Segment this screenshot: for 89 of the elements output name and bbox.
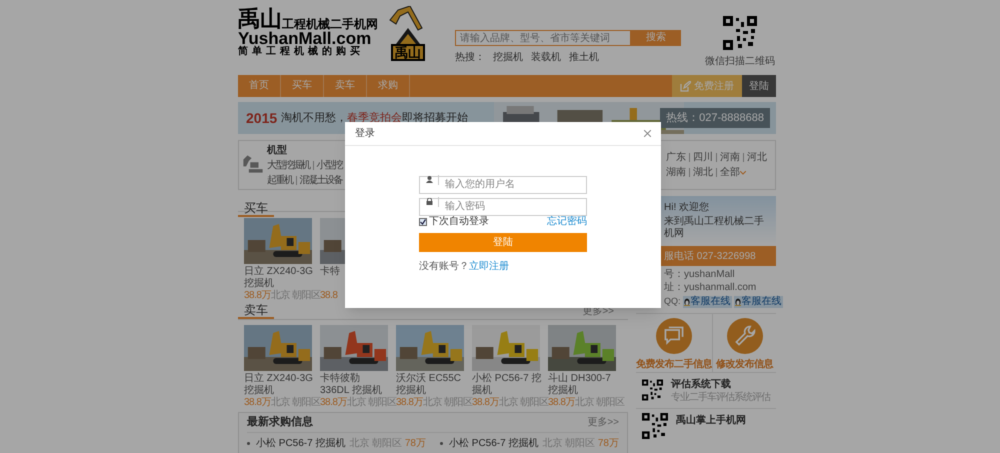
- more-link[interactable]: 更多>>: [587, 415, 619, 430]
- dialog-title: 登录: [355, 127, 375, 141]
- qr-caption: 微信扫描二维码: [705, 54, 775, 69]
- contact-text: 址：yushanmall.com: [664, 281, 758, 294]
- action-link[interactable]: 修改发布信息: [716, 356, 773, 372]
- listing-location: 北京 朝阳区: [422, 397, 473, 409]
- listing-title[interactable]: 斗山 DH300-7 挖掘机: [548, 373, 622, 397]
- banner-year: 2015: [246, 108, 278, 128]
- password-field[interactable]: 输入密码: [419, 198, 587, 216]
- forgot-password-link[interactable]: 忘记密码: [547, 214, 587, 229]
- qq-service-button[interactable]: 客服在线: [682, 296, 732, 308]
- region-link[interactable]: 湖南: [666, 165, 686, 180]
- section-title: 卖车: [238, 303, 274, 319]
- checkbox[interactable]: [419, 218, 427, 226]
- panel-title: 最新求购信息: [247, 414, 313, 430]
- listing-title[interactable]: 卡特彼勒 336DL 挖掘机: [320, 373, 394, 397]
- listing-price: 38.8万: [244, 397, 271, 409]
- listing-price: 38.8: [320, 290, 338, 302]
- login-button[interactable]: 登陆: [742, 75, 776, 97]
- edit-icon: [680, 80, 691, 92]
- listing-location: 北京 朝阳区: [346, 397, 397, 409]
- logo-slogan: 简单工程机械的购买: [238, 47, 364, 57]
- category-link[interactable]: 小型挖: [316, 158, 342, 172]
- listing-price: 38.8万: [548, 397, 575, 409]
- close-icon[interactable]: [644, 130, 651, 137]
- hot-search-link[interactable]: 装载机: [531, 50, 561, 65]
- listing-price: 38.8万: [320, 397, 347, 409]
- region-link[interactable]: 四川: [693, 150, 713, 165]
- penguin-icon: [684, 298, 690, 306]
- bullet-icon: [247, 442, 250, 445]
- qq-service-button[interactable]: 客服在线: [734, 296, 783, 308]
- welcome-text: 来到禹山工程机械二手机网: [664, 216, 765, 240]
- listing-title[interactable]: 日立 ZX240-3G 挖掘机: [244, 266, 318, 290]
- penguin-icon: [734, 298, 741, 306]
- category-link[interactable]: 起重机: [267, 172, 292, 188]
- phone-text: 服电话 027-3226998: [664, 250, 756, 264]
- download-title[interactable]: 禹山掌上手机网: [676, 414, 746, 426]
- logo-brand: 禹山: [238, 8, 282, 30]
- wanted-title[interactable]: 小松 PC56-7 挖掘机: [256, 436, 346, 451]
- region-link[interactable]: 全部: [720, 165, 746, 180]
- hotline: 热线：027-8888688: [660, 108, 770, 128]
- wrench-icon: [726, 318, 764, 354]
- no-account-text: 没有账号？: [419, 260, 469, 274]
- lock-icon: [426, 198, 433, 205]
- qr-code-icon: [642, 376, 663, 402]
- user-icon: [426, 176, 433, 183]
- wanted-title[interactable]: 小松 PC56-7 挖掘机: [449, 436, 538, 451]
- register-link[interactable]: 立即注册: [469, 259, 509, 274]
- listing-location: 北京 朝阳区: [270, 290, 321, 302]
- category-title: 机型: [267, 144, 288, 158]
- remember-label: 下次自动登录: [429, 215, 489, 229]
- qr-code-icon: [642, 412, 668, 438]
- wanted-price: 78万: [598, 437, 619, 451]
- contact-text: 号：yushanMall: [664, 268, 736, 281]
- greeting-text: Hi! 欢迎您: [664, 202, 710, 214]
- hot-search-link[interactable]: 挖掘机: [493, 50, 523, 65]
- download-subtitle: 专业二手车评估系统评估: [671, 392, 770, 404]
- qr-code-icon: [723, 16, 757, 50]
- banner-slogan: 淘机不用愁，春季竞拍会即将招募开始: [281, 110, 468, 126]
- logo-domain: YushanMall.com: [238, 30, 372, 47]
- category-link[interactable]: 混凝土设备: [300, 172, 342, 188]
- action-link[interactable]: 免费发布二手信息: [636, 356, 712, 372]
- qq-label: QQ:: [664, 295, 681, 308]
- region-link[interactable]: 湖北: [693, 165, 713, 180]
- search-field[interactable]: 请输入品牌、型号、省市等关键词: [455, 30, 631, 46]
- region-link[interactable]: 河南: [720, 150, 740, 165]
- username-field[interactable]: 输入您的用户名: [419, 176, 587, 194]
- listing-price: 38.8万: [472, 397, 499, 409]
- chat-icon: [655, 318, 693, 354]
- listing-price: 38.8万: [396, 397, 423, 409]
- hot-search-link[interactable]: 推土机: [569, 50, 599, 65]
- listing-location: 北京 朝阳区: [498, 397, 549, 409]
- logo-name: 工程机械二手机网: [282, 18, 378, 30]
- listing-title[interactable]: 小松 PC56-7 挖掘机: [472, 373, 546, 397]
- listing-location: 北京 朝阳区: [574, 397, 625, 409]
- listing-title[interactable]: 沃尔沃 EC55C 挖掘机: [396, 373, 470, 397]
- region-link[interactable]: 河北: [747, 150, 767, 165]
- wanted-price: 78万: [404, 437, 426, 451]
- listing-price: 38.8万: [244, 290, 271, 302]
- bullet-icon: [440, 442, 443, 445]
- listing-location: 北京 朝阳区: [270, 397, 321, 409]
- listing-title[interactable]: 日立 ZX240-3G 挖掘机: [244, 373, 318, 397]
- category-link[interactable]: 大型挖掘机: [267, 158, 310, 172]
- login-submit-button[interactable]: 登陆: [419, 233, 587, 252]
- region-link[interactable]: 广东: [666, 150, 686, 165]
- hot-search-label: 热搜：: [455, 50, 485, 65]
- download-title[interactable]: 评估系统下载: [671, 378, 770, 390]
- excavator-icon: [242, 155, 264, 175]
- caret-icon: [740, 170, 746, 174]
